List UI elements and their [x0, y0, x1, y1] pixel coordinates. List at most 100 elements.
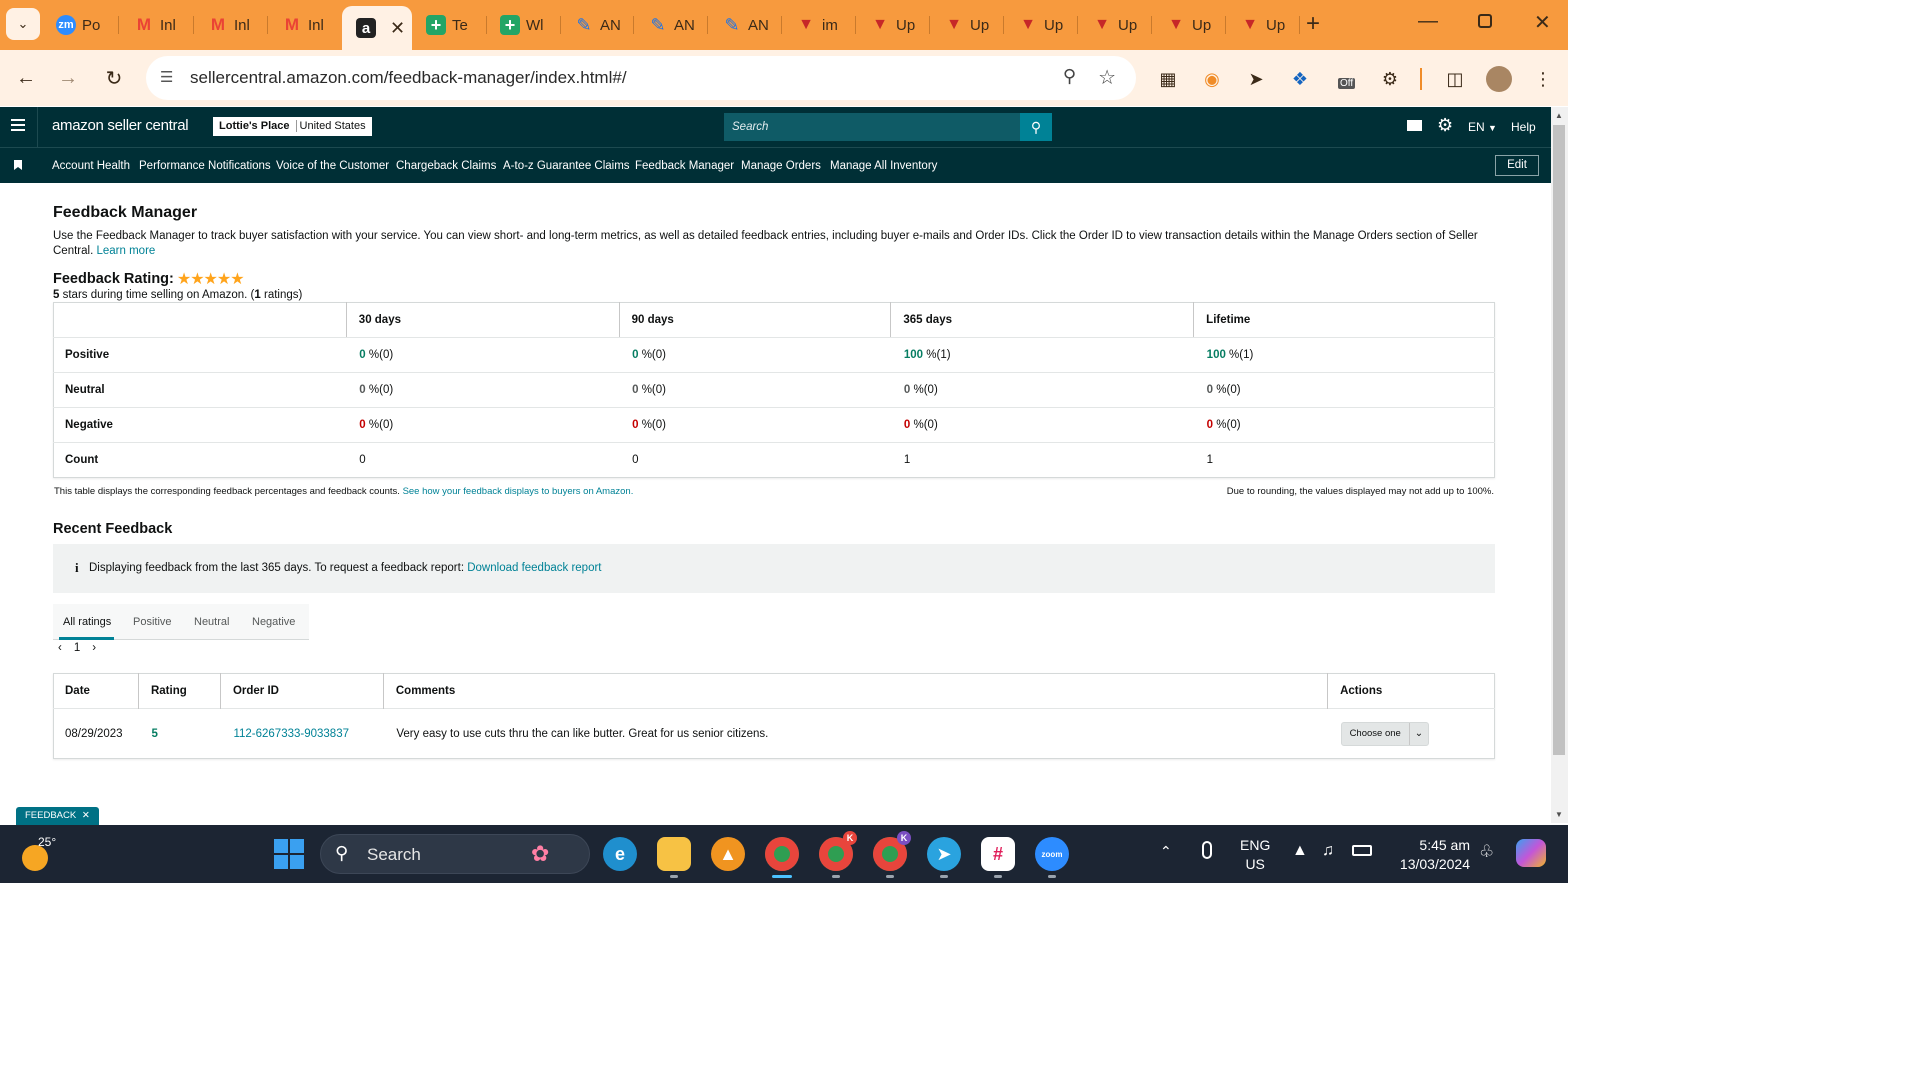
- extensions-icon[interactable]: ⚙: [1377, 66, 1403, 92]
- weather-widget[interactable]: 25°: [22, 835, 82, 875]
- search-button[interactable]: ⚲: [1020, 113, 1052, 141]
- side-panel-icon[interactable]: ◫: [1442, 66, 1468, 92]
- nav-chargeback-claims[interactable]: Chargeback Claims: [396, 160, 496, 172]
- zoom-lens-icon[interactable]: ⚲: [1063, 66, 1076, 87]
- file-explorer-icon[interactable]: [657, 837, 691, 871]
- chrome-profile-purple-k-icon[interactable]: K: [873, 831, 911, 871]
- url-field[interactable]: ☰ sellercentral.amazon.com/feedback-mana…: [146, 56, 1136, 100]
- tab-amazon-active[interactable]: a ✕: [342, 6, 412, 50]
- mail-icon[interactable]: [1407, 120, 1422, 131]
- copilot-icon[interactable]: [1516, 839, 1546, 867]
- slack-icon[interactable]: #: [981, 837, 1015, 871]
- tab-zoom[interactable]: zm Po: [42, 9, 114, 41]
- close-icon[interactable]: ✕: [82, 810, 90, 821]
- edge-icon[interactable]: e: [603, 837, 637, 871]
- battery-icon[interactable]: [1352, 845, 1372, 856]
- tab-positive[interactable]: Positive: [133, 616, 172, 628]
- new-tab-icon[interactable]: +: [1306, 10, 1320, 38]
- nav-manage-all-inventory[interactable]: Manage All Inventory: [830, 160, 937, 172]
- telegram-icon[interactable]: ➤: [927, 837, 961, 871]
- seller-central-logo[interactable]: amazon seller central: [52, 117, 189, 134]
- zoom-app-icon[interactable]: zoom: [1035, 837, 1069, 871]
- site-info-icon[interactable]: ☰: [160, 68, 173, 86]
- nav-a-to-z-claims[interactable]: A-to-z Guarantee Claims: [503, 160, 630, 172]
- tab-an-2[interactable]: ✎ AN: [634, 9, 706, 41]
- tab-up-4[interactable]: ▼ Up: [1078, 9, 1150, 41]
- wifi-icon[interactable]: ▲: [1292, 842, 1308, 860]
- tab-close-icon[interactable]: ✕: [390, 18, 405, 39]
- nav-manage-orders[interactable]: Manage Orders: [741, 160, 821, 172]
- back-arrow-icon[interactable]: ←: [12, 64, 40, 92]
- tab-neutral[interactable]: Neutral: [194, 616, 229, 628]
- search-input[interactable]: Search: [732, 121, 768, 133]
- tab-up-3[interactable]: ▼ Up: [1004, 9, 1076, 41]
- volume-icon[interactable]: ♫: [1322, 842, 1334, 860]
- nav-feedback-manager[interactable]: Feedback Manager: [635, 160, 734, 172]
- tab-search-button[interactable]: ⌄: [6, 8, 40, 40]
- scroll-down-icon[interactable]: ▼: [1555, 810, 1563, 819]
- vpn-shield-icon[interactable]: ▲: [711, 837, 745, 871]
- qr-extension-icon[interactable]: ▦: [1155, 66, 1181, 92]
- cursor-extension-icon[interactable]: ➤: [1243, 66, 1269, 92]
- notification-bell-icon[interactable]: ♧: [1479, 842, 1494, 862]
- bookmark-star-icon[interactable]: ☆: [1098, 65, 1116, 90]
- language-indicator[interactable]: ENG US: [1240, 836, 1270, 874]
- scroll-up-icon[interactable]: ▲: [1555, 111, 1563, 120]
- orange-extension-icon[interactable]: ◉: [1199, 66, 1225, 92]
- order-id-link[interactable]: 112-6267333-9033837: [220, 709, 383, 759]
- start-button[interactable]: [274, 839, 304, 869]
- current-page[interactable]: 1: [74, 642, 80, 654]
- microphone-icon[interactable]: [1202, 841, 1212, 859]
- restore-icon[interactable]: [1478, 14, 1492, 28]
- nav-performance-notifications[interactable]: Performance Notifications: [139, 160, 271, 172]
- browser-menu-icon[interactable]: ⋮: [1530, 66, 1556, 92]
- tab-an-1[interactable]: ✎ AN: [560, 9, 632, 41]
- tab-gmail-3[interactable]: M Inl: [268, 9, 340, 41]
- count-value: 1: [903, 454, 911, 466]
- nav-account-health[interactable]: Account Health: [52, 160, 130, 172]
- tab-sheet-1[interactable]: + Te: [412, 9, 484, 41]
- prev-page-icon[interactable]: ‹: [58, 642, 62, 654]
- footnote-link[interactable]: See how your feedback displays to buyers…: [403, 486, 634, 497]
- tab-im[interactable]: ▼ im: [782, 9, 854, 41]
- feedback-button[interactable]: FEEDBACK ✕: [16, 807, 99, 825]
- tab-negative[interactable]: Negative: [252, 616, 295, 628]
- chrome-profile-k-icon[interactable]: K: [819, 831, 857, 871]
- edit-nav-button[interactable]: Edit: [1495, 155, 1539, 176]
- next-page-icon[interactable]: ›: [92, 642, 96, 654]
- reload-icon[interactable]: ↻: [100, 64, 128, 92]
- hamburger-menu-icon[interactable]: [11, 119, 25, 131]
- tab-gmail-2[interactable]: M Inl: [194, 9, 266, 41]
- store-selector[interactable]: Lottie's Place United States: [213, 117, 372, 136]
- learn-more-link[interactable]: Learn more: [96, 245, 155, 257]
- profile-avatar[interactable]: [1486, 66, 1512, 92]
- tab-gmail-1[interactable]: M Inl: [120, 9, 192, 41]
- tab-up-1[interactable]: ▼ Up: [856, 9, 928, 41]
- language-selector[interactable]: EN ▼: [1468, 120, 1497, 134]
- gear-icon[interactable]: ⚙: [1437, 115, 1453, 136]
- show-hidden-icons[interactable]: ⌃: [1160, 843, 1172, 860]
- scrollbar-thumb[interactable]: [1553, 125, 1565, 755]
- col-rating: Rating: [137, 673, 221, 709]
- tab-up-6[interactable]: ▼ Up: [1226, 9, 1298, 41]
- vertical-scrollbar[interactable]: ▲ ▼: [1551, 107, 1568, 823]
- nav-voice-of-the-customer[interactable]: Voice of the Customer: [276, 160, 389, 172]
- minimize-icon[interactable]: —: [1418, 10, 1438, 33]
- tab-an-3[interactable]: ✎ AN: [708, 9, 780, 41]
- off-extension-icon[interactable]: Off: [1334, 66, 1360, 92]
- tab-all-ratings[interactable]: All ratings: [53, 604, 114, 640]
- bookmark-icon[interactable]: [14, 160, 22, 170]
- tab-up-2[interactable]: ▼ Up: [930, 9, 1002, 41]
- puzzle-extension-icon[interactable]: ❖: [1287, 66, 1313, 92]
- chrome-icon[interactable]: [765, 837, 799, 871]
- header-search[interactable]: Search: [724, 113, 1020, 141]
- forward-arrow-icon[interactable]: →: [54, 64, 82, 92]
- download-report-link[interactable]: Download feedback report: [467, 562, 601, 574]
- tab-sheet-2[interactable]: + Wl: [486, 9, 558, 41]
- close-window-icon[interactable]: ✕: [1534, 10, 1551, 35]
- clock[interactable]: 5:45 am 13/03/2024: [1390, 836, 1470, 874]
- help-link[interactable]: Help: [1511, 120, 1536, 134]
- actions-dropdown[interactable]: Choose one ⌄: [1340, 721, 1430, 746]
- tab-up-5[interactable]: ▼ Up: [1152, 9, 1224, 41]
- taskbar-search[interactable]: ⚲ Search ✿: [320, 834, 590, 874]
